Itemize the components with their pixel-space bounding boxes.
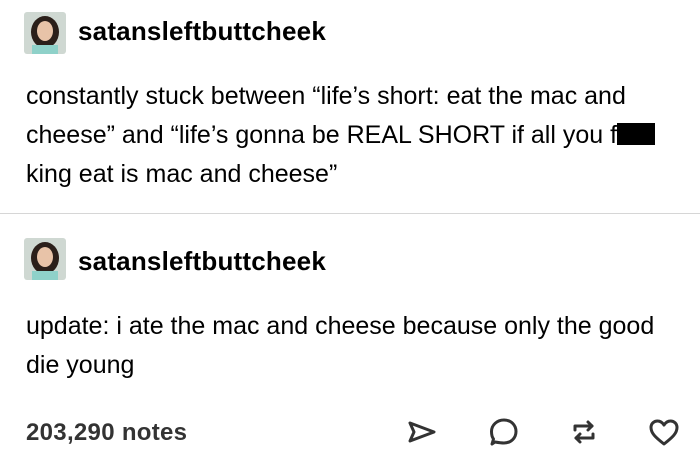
censor-bar <box>617 123 656 145</box>
share-icon[interactable] <box>404 414 440 450</box>
post-body-text-end: king eat is mac and cheese” <box>26 160 338 188</box>
post-username[interactable]: satansleftbuttcheek <box>78 246 326 277</box>
like-icon[interactable] <box>646 414 682 450</box>
avatar[interactable] <box>24 12 66 54</box>
avatar[interactable] <box>24 238 66 280</box>
reply-icon[interactable] <box>486 414 522 450</box>
post-username[interactable]: satansleftbuttcheek <box>78 16 326 47</box>
reblog-icon[interactable] <box>566 414 602 450</box>
post-body: constantly stuck between “life’s short: … <box>26 77 686 194</box>
post-body-text-start: constantly stuck between “life’s short: … <box>26 82 626 149</box>
original-post: satansleftbuttcheek constantly stuck bet… <box>0 0 700 214</box>
post-actions <box>0 414 700 450</box>
post-body: update: i ate the mac and cheese because… <box>26 312 655 379</box>
